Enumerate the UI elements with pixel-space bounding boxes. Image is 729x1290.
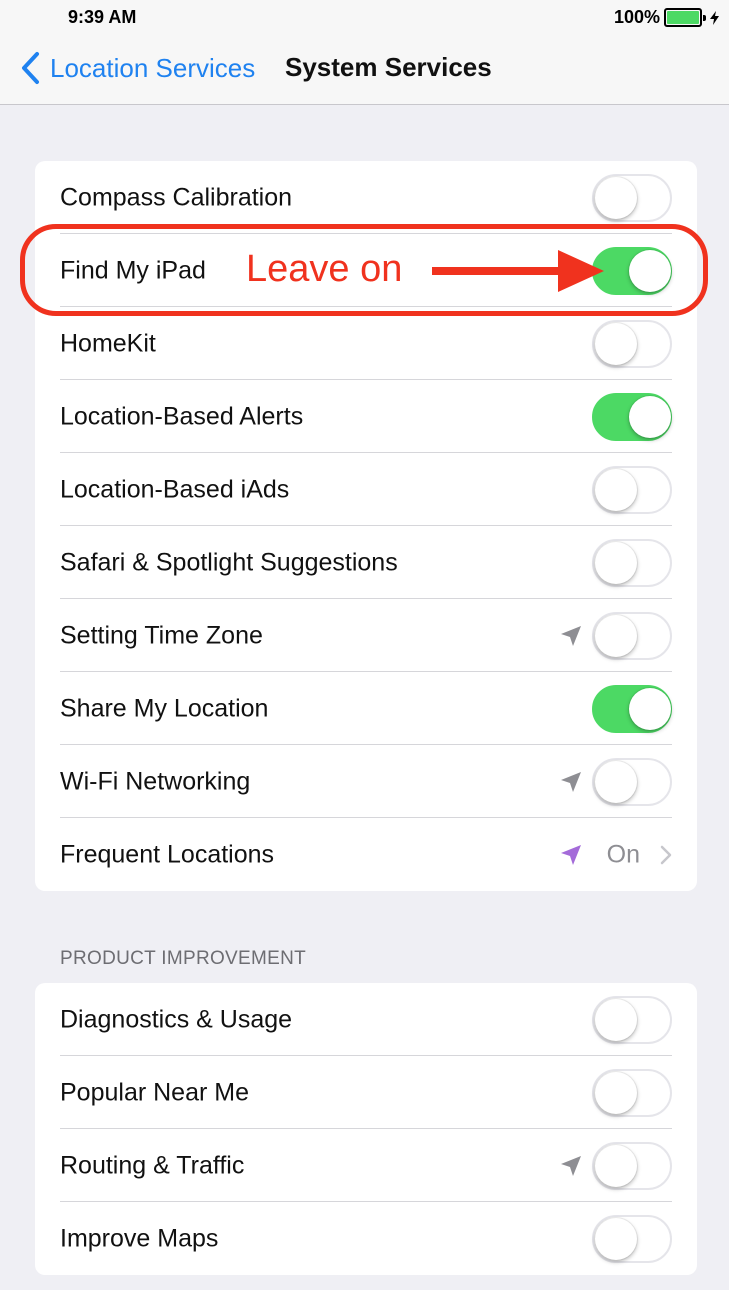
battery-fill — [667, 11, 699, 24]
battery-icon — [664, 8, 702, 27]
row-label: Routing & Traffic — [60, 1151, 245, 1179]
row-label: Safari & Spotlight Suggestions — [60, 548, 398, 576]
charging-bolt-icon — [710, 10, 719, 25]
product-improvement-list: Diagnostics & Usage Popular Near Me Routin… — [35, 983, 697, 1275]
toggle-knob — [595, 614, 637, 657]
toggle-knob — [595, 176, 637, 219]
section-header-product-improvement: PRODUCT IMPROVEMENT — [60, 948, 307, 969]
battery-indicator: 100% — [614, 7, 719, 28]
toggle-diagnostics-and-usage[interactable] — [592, 995, 672, 1044]
toggle-wi-fi-networking[interactable] — [592, 757, 672, 806]
location-arrow-icon — [561, 1155, 581, 1176]
toggle-safari-and-spotlight-suggestions[interactable] — [592, 538, 672, 587]
page-title: System Services — [285, 52, 492, 82]
toggle-location-based-alerts[interactable] — [592, 392, 672, 441]
row-find-my-ipad: Find My iPad — [35, 234, 697, 307]
row-popular-near-me: Popular Near Me — [35, 1056, 697, 1129]
row-routing-and-traffic: Routing & Traffic — [35, 1129, 697, 1202]
toggle-improve-maps[interactable] — [592, 1214, 672, 1263]
back-button-label: Location Services — [50, 52, 256, 83]
location-arrow-icon — [561, 844, 581, 865]
toggle-knob — [629, 249, 671, 292]
row-label: Wi-Fi Networking — [60, 767, 251, 795]
toggle-knob — [595, 541, 637, 584]
status-time: 9:39 AM — [68, 7, 137, 27]
location-arrow-icon — [561, 771, 581, 792]
row-location-based-iads: Location-Based iAds — [35, 453, 697, 526]
row-label: Compass Calibration — [60, 183, 293, 211]
row-label: Share My Location — [60, 694, 269, 722]
chevron-right-icon — [660, 845, 672, 864]
row-label: Diagnostics & Usage — [60, 1005, 293, 1033]
row-diagnostics-and-usage: Diagnostics & Usage — [35, 983, 697, 1056]
location-arrow-icon — [561, 625, 581, 646]
row-location-based-alerts: Location-Based Alerts — [35, 380, 697, 453]
row-setting-time-zone: Setting Time Zone — [35, 599, 697, 672]
row-improve-maps: Improve Maps — [35, 1202, 697, 1275]
row-homekit: HomeKit — [35, 307, 697, 380]
battery-percent: 100% — [613, 7, 660, 27]
toggle-find-my-ipad[interactable] — [592, 246, 672, 295]
toggle-share-my-location[interactable] — [592, 684, 672, 733]
toggle-knob — [595, 998, 637, 1041]
toggle-compass-calibration[interactable] — [592, 173, 672, 222]
row-safari-and-spotlight-suggestions: Safari & Spotlight Suggestions — [35, 526, 697, 599]
row-label: Frequent Locations — [60, 840, 275, 868]
screen: 9:39 AM 100% Location Services System Se… — [0, 0, 729, 1290]
row-label: Location-Based Alerts — [60, 402, 304, 430]
toggle-knob — [595, 322, 637, 365]
row-wi-fi-networking: Wi-Fi Networking — [35, 745, 697, 818]
toggle-setting-time-zone[interactable] — [592, 611, 672, 660]
toggle-knob — [629, 687, 671, 730]
row-frequent-locations[interactable]: Frequent Locations On — [35, 818, 697, 891]
back-button[interactable]: Location Services — [20, 51, 255, 85]
top-bar: 9:39 AM 100% Location Services System Se… — [0, 0, 729, 105]
toggle-knob — [595, 468, 637, 511]
row-value: On — [606, 840, 640, 868]
row-label: HomeKit — [60, 329, 156, 357]
toggle-popular-near-me[interactable] — [592, 1068, 672, 1117]
toggle-knob — [595, 760, 637, 803]
row-label: Location-Based iAds — [60, 475, 290, 503]
row-share-my-location: Share My Location — [35, 672, 697, 745]
row-label: Popular Near Me — [60, 1078, 249, 1106]
toggle-homekit[interactable] — [592, 319, 672, 368]
battery-tip — [703, 14, 706, 21]
toggle-routing-and-traffic[interactable] — [592, 1141, 672, 1190]
toggle-location-based-iads[interactable] — [592, 465, 672, 514]
row-compass-calibration: Compass Calibration — [35, 161, 697, 234]
row-label: Improve Maps — [60, 1224, 219, 1252]
system-services-list: Compass Calibration Find My iPad HomeKit Lo… — [35, 161, 697, 891]
toggle-knob — [629, 395, 671, 438]
chevron-left-icon — [22, 52, 39, 84]
toggle-knob — [595, 1071, 637, 1114]
toggle-knob — [595, 1144, 637, 1187]
row-label: Setting Time Zone — [60, 621, 263, 649]
row-label: Find My iPad — [60, 256, 206, 284]
toggle-knob — [595, 1217, 637, 1260]
